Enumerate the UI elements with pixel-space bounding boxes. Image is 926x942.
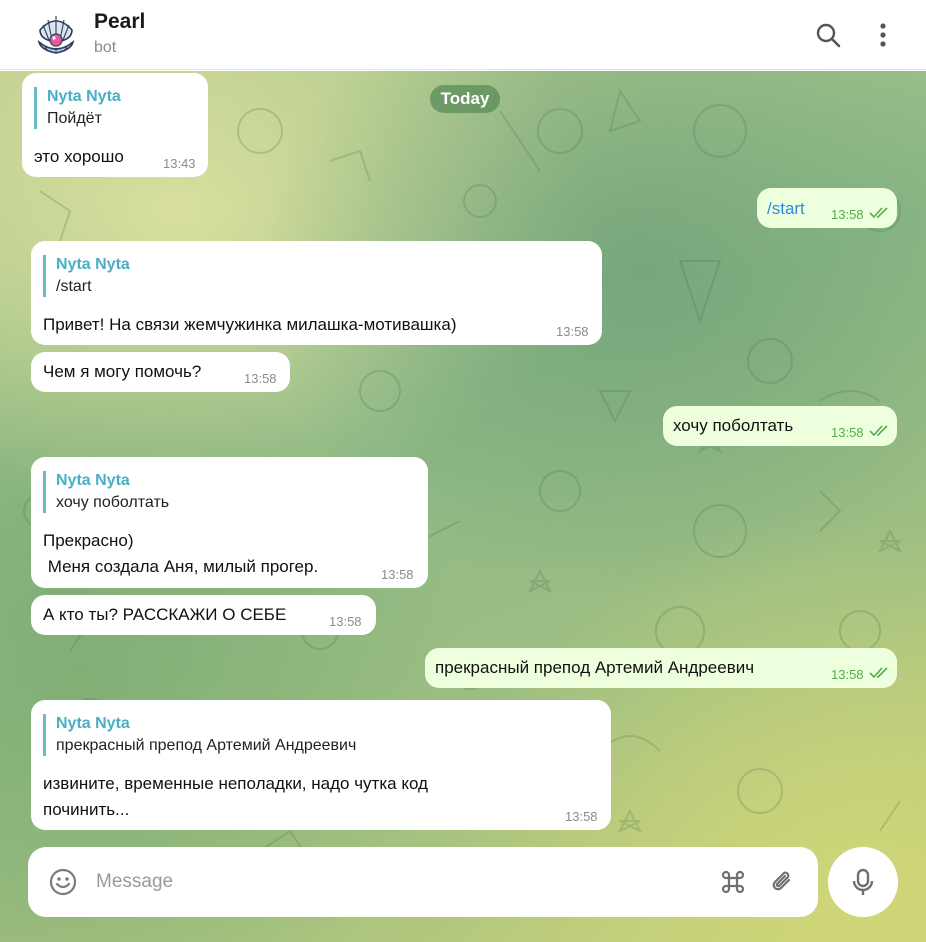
message-time: 13:43 (163, 156, 196, 171)
read-checkmarks-icon (869, 425, 888, 437)
message-text: прекрасный препод Артемий Андреевич (435, 658, 755, 677)
message-time: 13:58 (556, 324, 589, 339)
message-time: 13:58 (565, 809, 598, 824)
message-text: это хорошо (34, 147, 124, 166)
command-link[interactable]: /start (767, 199, 805, 219)
message-bubble-incoming[interactable]: Nyta Nyta хочу поболтать Прекрасно) Меня… (31, 457, 428, 588)
message-text: А кто ты? РАССКАЖИ О СЕБЕ (43, 605, 287, 624)
message-time: 13:58 (831, 667, 864, 682)
emoji-icon[interactable] (48, 867, 78, 897)
message-text: хочу поболтать (673, 416, 794, 435)
bot-avatar[interactable] (31, 10, 81, 60)
reply-author: Nyta Nyta (56, 256, 130, 273)
message-text-line: извините, временные неполадки, надо чутк… (43, 774, 428, 793)
reply-quote[interactable]: Nyta Nyta прекрасный препод Артемий Андр… (43, 714, 356, 756)
message-bubble-incoming[interactable]: Чем я могу помочь? 13:58 (31, 352, 290, 392)
message-text-line: починить... (43, 800, 130, 819)
message-bubble-incoming[interactable]: Nyta Nyta Пойдёт это хорошо 13:43 (22, 73, 208, 177)
reply-author: Nyta Nyta (47, 88, 121, 105)
message-text-line: Прекрасно) (43, 531, 134, 550)
command-icon[interactable] (718, 867, 748, 897)
reply-author: Nyta Nyta (56, 472, 130, 489)
message-text: Привет! На связи жемчужинка милашка-моти… (43, 315, 457, 334)
message-time: 13:58 (831, 207, 864, 222)
reply-quote[interactable]: Nyta Nyta хочу поболтать (43, 471, 169, 513)
message-time: 13:58 (244, 371, 277, 386)
reply-quote[interactable]: Nyta Nyta /start (43, 255, 130, 297)
message-input[interactable] (96, 866, 696, 898)
message-bubble-outgoing[interactable]: прекрасный препод Артемий Андреевич 13:5… (425, 648, 897, 688)
chat-background[interactable]: Today Nyta Nyta Пойдёт это хорошо 13:43 … (0, 71, 926, 942)
search-icon[interactable] (813, 20, 843, 50)
reply-text: прекрасный препод Артемий Андреевич (56, 737, 357, 754)
message-time: 13:58 (831, 425, 864, 440)
message-text-line: Меня создала Аня, милый прогер. (43, 557, 319, 576)
read-checkmarks-icon (869, 667, 888, 679)
reply-text: /start (56, 278, 92, 295)
read-checkmarks-icon (869, 207, 888, 219)
pearl-shell-icon (31, 10, 81, 60)
chat-header: Pearl bot (0, 0, 926, 70)
voice-record-button[interactable] (828, 847, 898, 917)
paperclip-icon[interactable] (768, 867, 798, 897)
message-time: 13:58 (381, 567, 414, 582)
microphone-icon (852, 868, 874, 895)
message-text: Чем я могу помочь? (43, 362, 202, 381)
more-vert-icon[interactable] (868, 20, 898, 50)
chat-title: Pearl (94, 10, 146, 33)
reply-quote[interactable]: Nyta Nyta Пойдёт (34, 87, 121, 129)
message-bubble-outgoing[interactable]: /start 13:58 (757, 188, 897, 228)
reply-text: хочу поболтать (56, 494, 170, 511)
chat-subtitle: bot (94, 39, 117, 56)
reply-text: Пойдёт (47, 110, 102, 127)
message-time: 13:58 (329, 614, 362, 629)
reply-author: Nyta Nyta (56, 715, 130, 732)
date-separator: Today (430, 85, 500, 113)
message-bubble-outgoing[interactable]: хочу поболтать 13:58 (663, 406, 897, 446)
message-bubble-incoming[interactable]: А кто ты? РАССКАЖИ О СЕБЕ 13:58 (31, 595, 376, 635)
message-bubble-incoming[interactable]: Nyta Nyta /start Привет! На связи жемчуж… (31, 241, 602, 345)
message-bubble-incoming[interactable]: Nyta Nyta прекрасный препод Артемий Андр… (31, 700, 611, 830)
